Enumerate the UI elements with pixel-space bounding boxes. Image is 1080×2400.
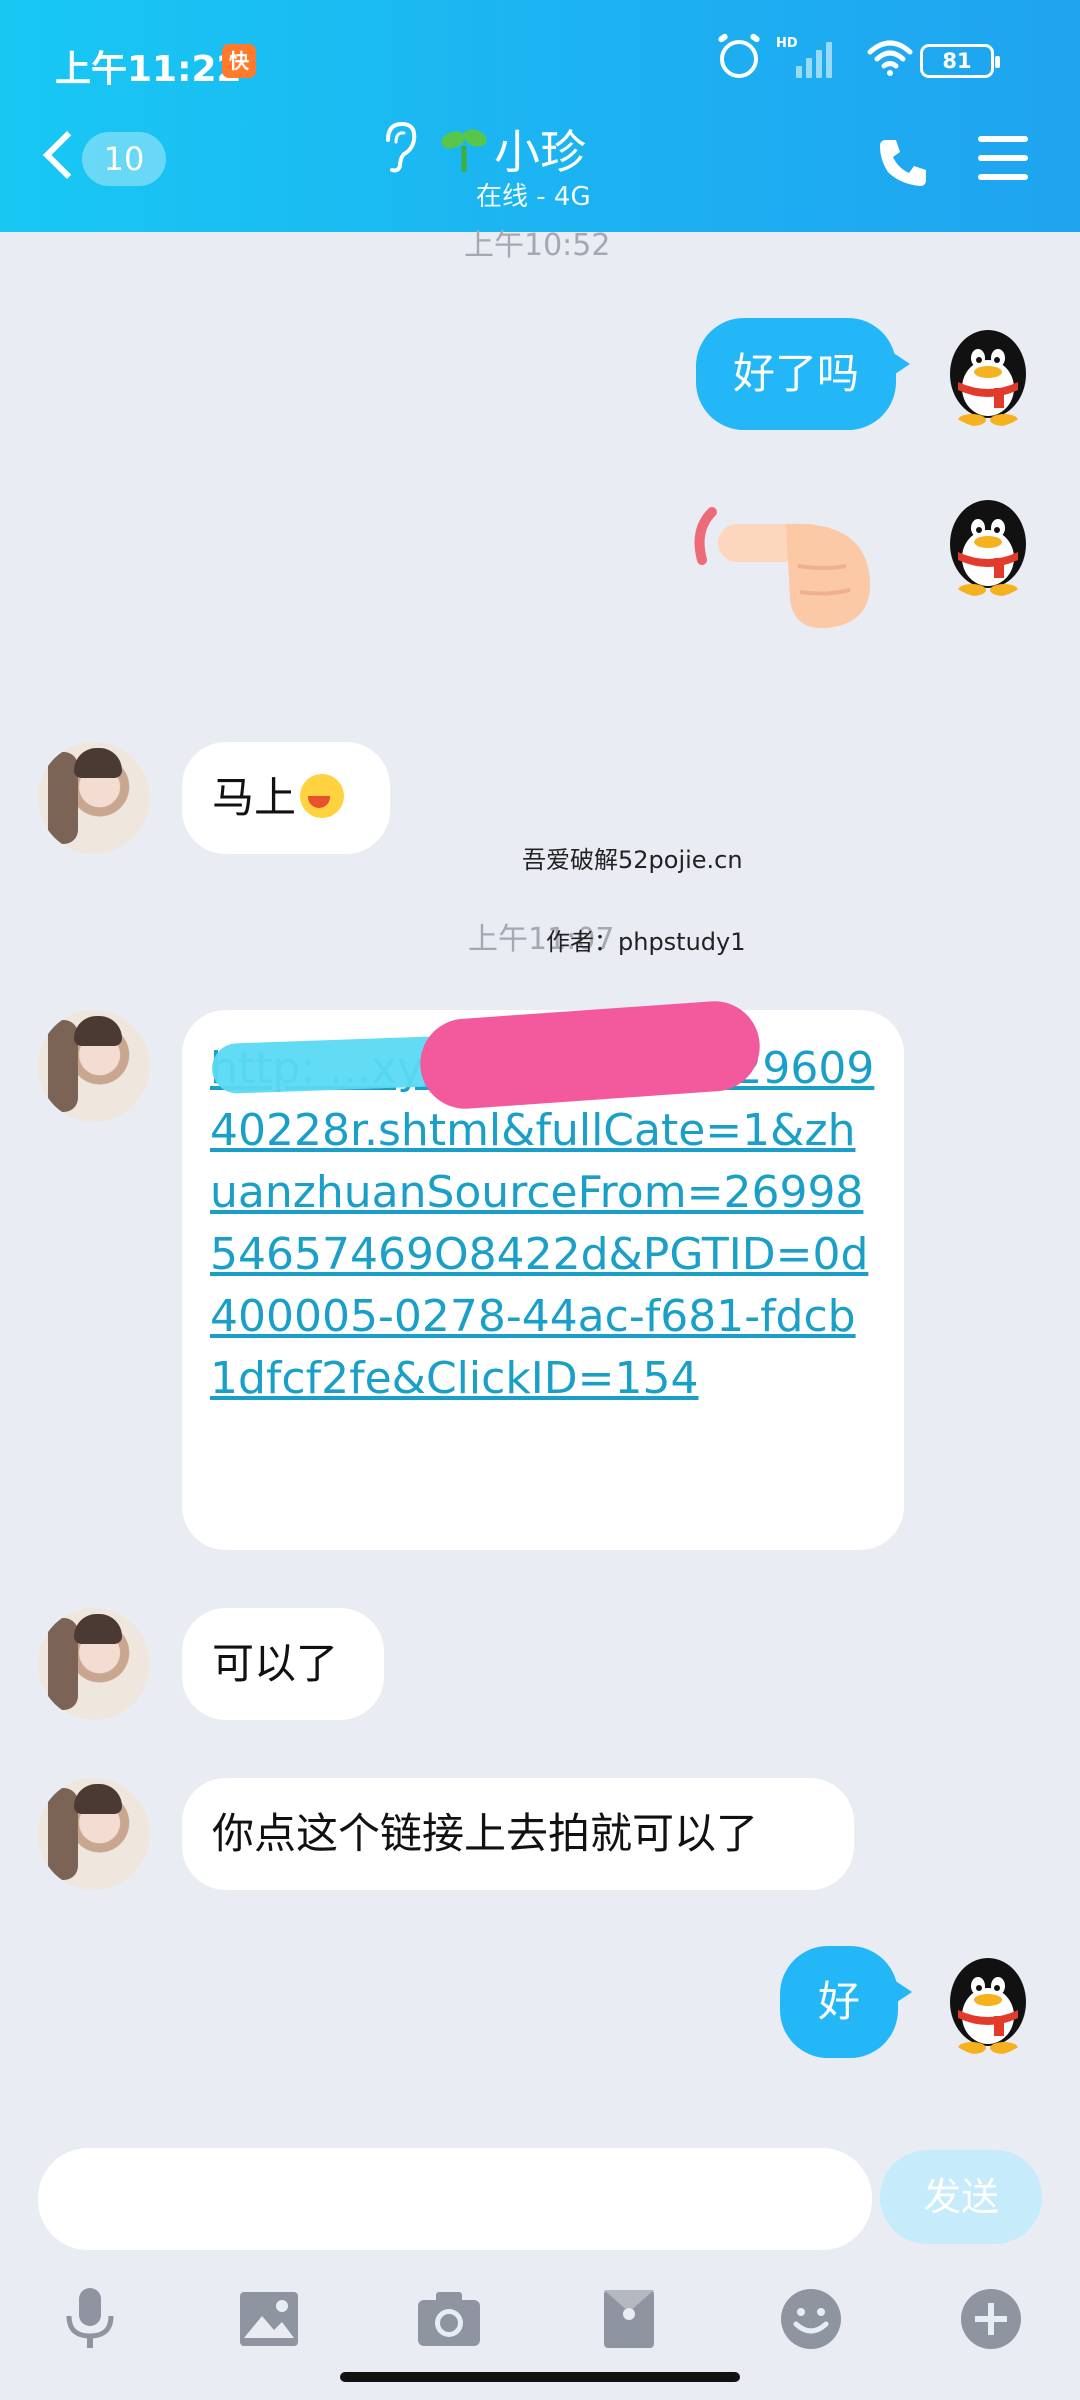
contact-avatar[interactable]	[38, 1010, 150, 1122]
outgoing-message[interactable]: 好了吗	[696, 318, 910, 430]
wifi-icon	[867, 40, 913, 76]
incoming-message[interactable]: 你点这个链接上去拍就可以了	[182, 1778, 854, 1890]
message-text: 马上	[212, 773, 297, 822]
my-avatar[interactable]	[932, 316, 1044, 428]
app-notification-icon: 快	[222, 44, 256, 78]
message-input[interactable]	[38, 2148, 872, 2250]
red-packet-icon[interactable]	[594, 2286, 664, 2352]
contact-name[interactable]: 小珍	[494, 116, 586, 182]
battery-icon: 81	[920, 44, 1000, 78]
my-avatar[interactable]	[932, 1944, 1044, 2056]
back-button[interactable]: 10	[42, 128, 172, 194]
image-icon[interactable]	[234, 2286, 304, 2352]
status-time: 上午11:22	[55, 49, 242, 90]
smiley-icon[interactable]	[776, 2286, 846, 2352]
camera-icon[interactable]	[414, 2286, 484, 2352]
emoji-icon	[300, 774, 345, 818]
outgoing-message[interactable]: 好	[780, 1946, 912, 2058]
ear-icon[interactable]	[380, 120, 420, 174]
home-indicator[interactable]	[340, 2372, 740, 2382]
contact-avatar[interactable]	[38, 1608, 150, 1720]
redaction-mark	[211, 1035, 453, 1095]
hd-label: HD	[776, 36, 798, 51]
input-toolbar	[0, 2262, 1080, 2372]
signal-icon: HD	[776, 36, 836, 78]
phone-icon[interactable]	[876, 134, 932, 190]
alarm-icon	[720, 40, 758, 78]
contact-avatar[interactable]	[38, 1778, 150, 1890]
plus-icon[interactable]	[956, 2286, 1026, 2352]
contact-avatar[interactable]	[38, 742, 150, 854]
watermark-author: 作者：phpstudy1	[546, 928, 746, 956]
menu-icon[interactable]	[978, 136, 1028, 180]
incoming-message[interactable]: 可以了	[182, 1608, 384, 1720]
status-indicators: HD 81	[600, 36, 1080, 86]
my-avatar[interactable]	[932, 486, 1044, 598]
send-button[interactable]: 发送	[880, 2150, 1042, 2244]
unread-badge: 10	[82, 132, 166, 186]
contact-status: 在线 - 4G	[476, 182, 591, 212]
mic-icon[interactable]	[55, 2286, 125, 2352]
pointing-hand-sticker[interactable]	[686, 500, 886, 640]
watermark-site: 吾爱破解52pojie.cn	[522, 846, 743, 874]
incoming-message[interactable]: 马上	[182, 742, 390, 854]
timestamp: 上午10:52	[464, 228, 611, 263]
sprout-icon	[441, 129, 487, 172]
chat-header: 上午11:22 快 HD 81 10 小珍 在线 - 4G	[0, 0, 1080, 232]
